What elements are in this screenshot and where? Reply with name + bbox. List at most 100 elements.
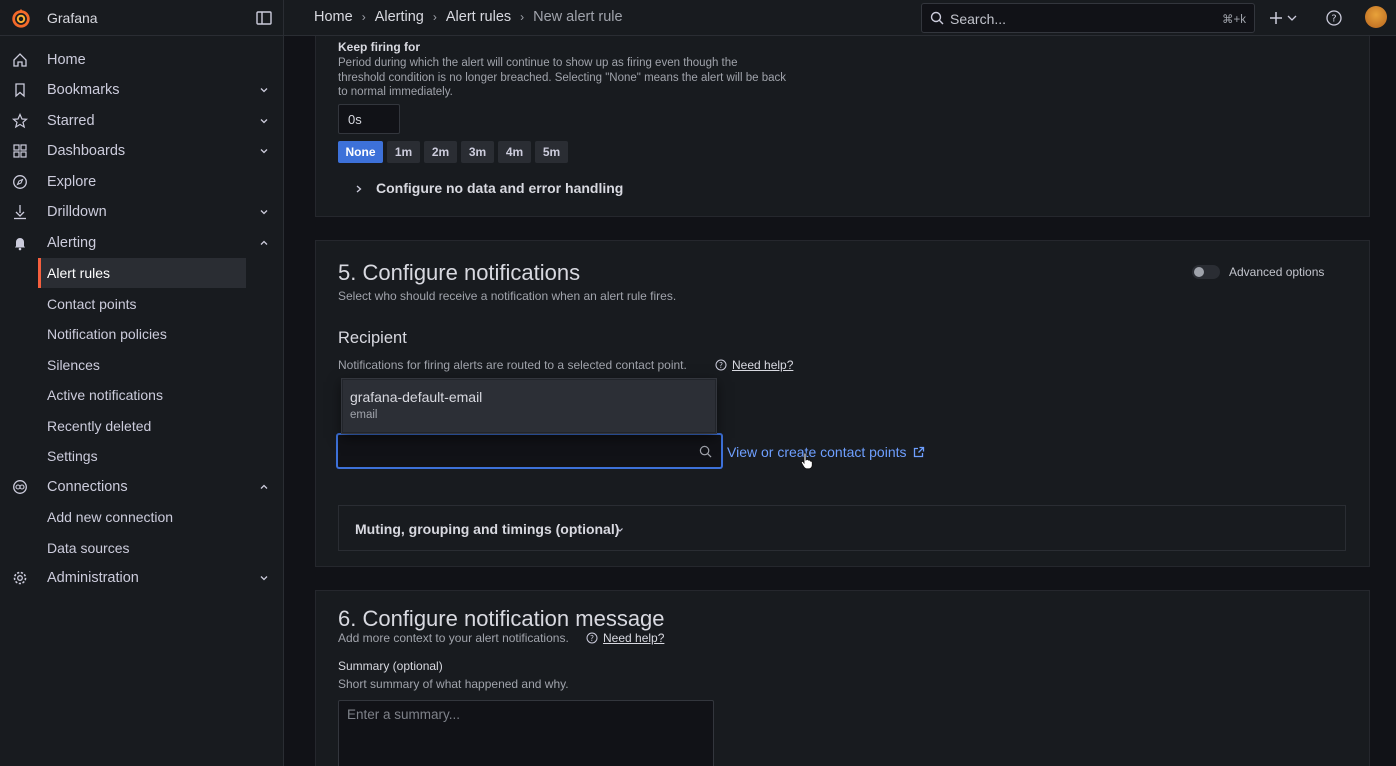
keep-firing-description: Period during which the alert will conti…: [338, 57, 786, 98]
breadcrumb: Home › Alerting › Alert rules › New aler…: [314, 9, 623, 25]
message-title: 6. Configure notification message: [338, 606, 665, 631]
search-shortcut: ⌘+k: [1222, 14, 1246, 26]
no-data-toggle-label: Configure no data and error handling: [376, 180, 624, 196]
sidebar-item-administration[interactable]: Administration: [0, 563, 284, 593]
contact-point-option[interactable]: grafana-default-email email: [343, 380, 715, 432]
keep-firing-option-1m[interactable]: 1m: [387, 141, 420, 163]
sidebar-item-label: Connections: [47, 479, 128, 495]
keep-firing-label: Keep firing for: [338, 40, 421, 54]
sidebar-item-settings[interactable]: Settings: [38, 441, 246, 471]
brand: Grafana: [0, 0, 284, 36]
recipient-help-link[interactable]: Need help?: [732, 358, 793, 372]
sidebar-item-label: Add new connection: [47, 509, 174, 525]
chevron-down-icon[interactable]: [258, 115, 270, 127]
sidebar-item-label: Recently deleted: [47, 418, 152, 434]
sidebar-item-label: Explore: [47, 174, 97, 190]
sidebar-item-label: Alerting: [47, 235, 97, 251]
chevron-up-icon[interactable]: [258, 237, 270, 249]
no-data-toggle[interactable]: Configure no data and error handling: [354, 180, 634, 200]
help-icon[interactable]: ?: [1325, 9, 1343, 27]
chevron-down-icon[interactable]: [258, 145, 270, 157]
sidebar-item-label: Home: [47, 52, 86, 68]
cog-icon: [13, 571, 27, 585]
sidebar-item-explore[interactable]: Explore: [0, 167, 284, 197]
drilldown-icon: [14, 205, 26, 220]
user-avatar[interactable]: [1365, 6, 1387, 28]
keep-firing-option-2m[interactable]: 2m: [424, 141, 457, 163]
brand-name: Grafana: [47, 10, 98, 26]
advanced-options-label: Advanced options: [1229, 265, 1325, 279]
breadcrumb-home[interactable]: Home: [314, 9, 353, 25]
advanced-options-toggle[interactable]: [1192, 265, 1220, 279]
search-icon: [930, 11, 944, 25]
view-contact-points-link[interactable]: View or create contact points: [727, 443, 925, 461]
recipient-description: Notifications for firing alerts are rout…: [338, 358, 687, 372]
search-icon: [699, 445, 712, 458]
sidebar-item-recently-deleted[interactable]: Recently deleted: [38, 411, 246, 441]
sidebar-item-bookmarks[interactable]: Bookmarks: [0, 75, 284, 105]
search-input[interactable]: Search... ⌘+k: [921, 3, 1255, 33]
contact-point-option-name: grafana-default-email: [350, 389, 483, 405]
chevron-right-icon: [356, 185, 362, 193]
sidebar-item-alert-rules[interactable]: Alert rules: [38, 258, 246, 288]
sidebar-item-label: Notification policies: [47, 326, 167, 342]
sidebar-item-drilldown[interactable]: Drilldown: [0, 197, 284, 227]
evaluation-card: Keep firing for Period during which the …: [315, 36, 1370, 217]
sidebar-item-label: Active notifications: [47, 387, 163, 403]
breadcrumb-alerting[interactable]: Alerting: [375, 9, 424, 25]
sidebar-item-notification-policies[interactable]: Notification policies: [38, 319, 246, 349]
view-contact-points-label: View or create contact points: [727, 444, 907, 460]
sidebar-item-home[interactable]: Home: [0, 45, 284, 75]
svg-text:?: ?: [590, 634, 594, 643]
sidebar-item-starred[interactable]: Starred: [0, 106, 284, 136]
keep-firing-option-none[interactable]: None: [338, 141, 383, 163]
chevron-up-icon[interactable]: [258, 481, 270, 493]
add-new-button[interactable]: [1267, 8, 1301, 28]
sidebar-item-label: Data sources: [47, 540, 130, 556]
sidebar-item-dashboards[interactable]: Dashboards: [0, 136, 284, 166]
sidebar-item-label: Dashboards: [47, 143, 126, 159]
keep-firing-option-3m[interactable]: 3m: [461, 141, 494, 163]
muting-grouping-label: Muting, grouping and timings (optional): [355, 521, 620, 537]
recipient-help[interactable]: ? Need help?: [715, 357, 793, 373]
message-help-link[interactable]: Need help?: [603, 631, 664, 645]
sidebar-item-add-new-connection[interactable]: Add new connection: [38, 502, 246, 532]
sidebar-item-label: Settings: [47, 448, 98, 464]
notifications-subtitle: Select who should receive a notification…: [338, 289, 677, 303]
keep-firing-option-5m[interactable]: 5m: [535, 141, 568, 163]
svg-text:?: ?: [1331, 14, 1336, 25]
breadcrumb-alert-rules[interactable]: Alert rules: [446, 9, 511, 25]
dock-menu-icon[interactable]: [255, 9, 273, 27]
sidebar-item-label: Administration: [47, 570, 139, 586]
muting-grouping-section[interactable]: Muting, grouping and timings (optional): [338, 505, 1346, 551]
recipient-title: Recipient: [338, 329, 407, 347]
grafana-logo-icon[interactable]: [10, 7, 32, 29]
message-subtitle: Add more context to your alert notificat…: [338, 631, 569, 645]
sidebar-item-data-sources[interactable]: Data sources: [38, 533, 246, 563]
sidebar-item-contact-points[interactable]: Contact points: [38, 289, 246, 319]
sidebar-item-active-notifications[interactable]: Active notifications: [38, 380, 246, 410]
help-icon: ?: [715, 359, 727, 371]
svg-text:?: ?: [719, 361, 723, 370]
message-help[interactable]: ? Need help?: [586, 630, 664, 646]
sidebar-item-silences[interactable]: Silences: [38, 350, 246, 380]
summary-label: Summary (optional): [338, 659, 443, 673]
chevron-down-icon[interactable]: [258, 206, 270, 218]
external-link-icon: [913, 446, 924, 457]
sidebar-item-connections[interactable]: Connections: [0, 472, 284, 502]
keep-firing-option-4m[interactable]: 4m: [498, 141, 531, 163]
notification-message-card: 6. Configure notification message Add mo…: [315, 590, 1370, 766]
help-icon: ?: [586, 632, 598, 644]
chevron-down-icon[interactable]: [258, 84, 270, 96]
contact-point-select[interactable]: [337, 434, 722, 468]
sidebar-item-alerting[interactable]: Alerting: [0, 228, 284, 258]
summary-textarea[interactable]: Enter a summary...: [338, 700, 714, 766]
chevron-down-icon[interactable]: [258, 572, 270, 584]
sidebar-item-label: Bookmarks: [47, 82, 120, 98]
keep-firing-input[interactable]: 0s: [338, 104, 400, 134]
sidebar: Home Bookmarks Starred Dashboards Explor…: [0, 36, 284, 766]
compass-icon: [13, 175, 27, 189]
breadcrumb-separator-icon: ›: [520, 10, 525, 24]
sidebar-item-label: Silences: [47, 357, 100, 373]
summary-description: Short summary of what happened and why.: [338, 677, 569, 691]
